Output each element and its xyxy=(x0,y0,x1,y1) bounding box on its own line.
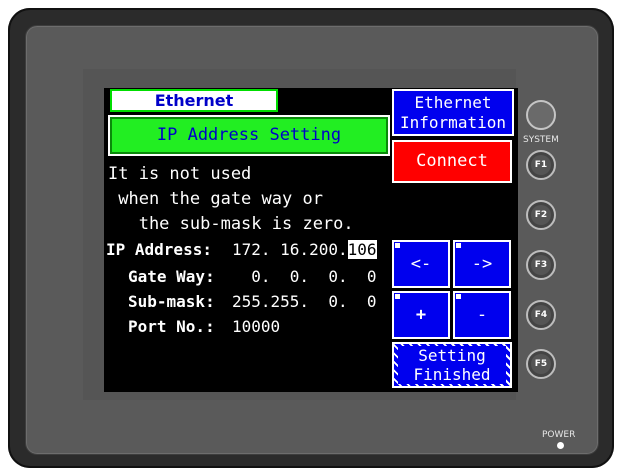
ip-address-label: IP Address: xyxy=(106,240,212,259)
ip-address-selected-octet[interactable]: 106 xyxy=(347,240,377,259)
port-no-label: Port No.: xyxy=(128,317,215,336)
message-line-3: the sub-mask is zero. xyxy=(108,214,354,234)
setting-finished-line-2: Finished xyxy=(398,365,506,384)
gate-way-label: Gate Way: xyxy=(128,267,215,286)
sub-mask-value[interactable]: 255.255. 0. 0 xyxy=(232,292,377,311)
ip-address-prefix: 172. 16.200. xyxy=(232,240,348,259)
corner-marker xyxy=(456,294,461,299)
ip-address-value[interactable]: 172. 16.200.106 xyxy=(232,240,377,259)
tab-ethernet: Ethernet xyxy=(110,89,278,112)
sub-mask-label: Sub-mask: xyxy=(128,292,215,311)
decrement-button[interactable]: - xyxy=(453,291,511,339)
system-key[interactable] xyxy=(526,100,556,130)
ethernet-information-button[interactable]: Ethernet Information xyxy=(392,89,514,136)
f4-key[interactable]: F4 xyxy=(526,300,556,330)
f3-key[interactable]: F3 xyxy=(526,250,556,280)
message-line-1: It is not used xyxy=(108,164,252,184)
cursor-right-label: -> xyxy=(471,254,493,274)
system-label: SYSTEM xyxy=(523,135,559,145)
message-line-2: when the gate way or xyxy=(108,189,323,209)
corner-marker xyxy=(456,243,461,248)
setting-finished-button[interactable]: Setting Finished xyxy=(392,342,512,388)
power-led-icon xyxy=(557,442,564,449)
f2-key[interactable]: F2 xyxy=(526,200,556,230)
corner-marker xyxy=(395,243,400,248)
increment-button[interactable]: + xyxy=(392,291,450,339)
corner-marker xyxy=(395,294,400,299)
cursor-right-button[interactable]: -> xyxy=(453,240,511,288)
setting-finished-line-1: Setting xyxy=(398,346,506,365)
ethernet-information-line-2: Information xyxy=(400,113,506,132)
power-label: POWER xyxy=(542,430,576,440)
decrement-label: - xyxy=(476,305,488,325)
increment-label: + xyxy=(415,305,427,325)
f5-key[interactable]: F5 xyxy=(526,349,556,379)
cursor-left-button[interactable]: <- xyxy=(392,240,450,288)
connect-button[interactable]: Connect xyxy=(392,140,512,183)
f1-key[interactable]: F1 xyxy=(526,150,556,180)
page-title: IP Address Setting xyxy=(108,115,390,156)
port-no-value[interactable]: 10000 xyxy=(232,317,280,336)
gate-way-value[interactable]: 0. 0. 0. 0 xyxy=(232,267,376,286)
ethernet-information-line-1: Ethernet xyxy=(414,93,492,112)
cursor-left-label: <- xyxy=(410,254,432,274)
